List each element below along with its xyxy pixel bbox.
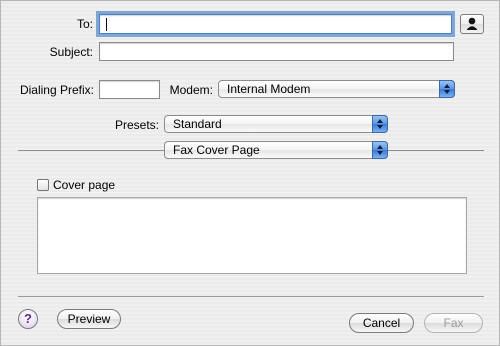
text-caret	[106, 18, 107, 31]
section-separator-left	[18, 150, 164, 151]
fax-dialog: To: Subject: Dialing Prefix: Modem: Inte…	[0, 0, 500, 346]
presets-selected: Standard	[173, 117, 222, 131]
cover-page-checkbox[interactable]	[37, 179, 49, 191]
subject-label: Subject:	[49, 45, 93, 59]
dialing-prefix-label: Dialing Prefix:	[19, 83, 94, 97]
cancel-button[interactable]: Cancel	[349, 313, 414, 333]
section-separator-right	[388, 150, 484, 151]
section-popup[interactable]: Fax Cover Page	[164, 141, 388, 159]
help-button[interactable]: ?	[18, 309, 38, 329]
preview-button[interactable]: Preview	[57, 309, 121, 329]
to-label: To:	[76, 17, 93, 31]
updown-arrows-icon	[439, 80, 455, 98]
cover-page-text-area[interactable]	[37, 197, 467, 274]
presets-label: Presets:	[114, 118, 159, 132]
question-mark-icon: ?	[24, 311, 32, 326]
modem-popup[interactable]: Internal Modem	[218, 80, 455, 98]
to-field[interactable]	[99, 14, 452, 34]
dialing-prefix-field[interactable]	[99, 80, 160, 99]
subject-field[interactable]	[99, 42, 454, 61]
modem-selected: Internal Modem	[227, 82, 311, 96]
bottom-separator	[18, 296, 484, 297]
updown-arrows-icon	[372, 115, 388, 133]
presets-popup[interactable]: Standard	[164, 115, 388, 133]
modem-label: Modem:	[169, 83, 213, 97]
fax-button[interactable]: Fax	[424, 313, 483, 333]
updown-arrows-icon	[372, 141, 388, 159]
cover-page-label[interactable]: Cover page	[53, 178, 115, 192]
section-selected: Fax Cover Page	[173, 143, 260, 157]
person-icon	[466, 17, 478, 30]
address-book-button[interactable]	[460, 14, 484, 34]
